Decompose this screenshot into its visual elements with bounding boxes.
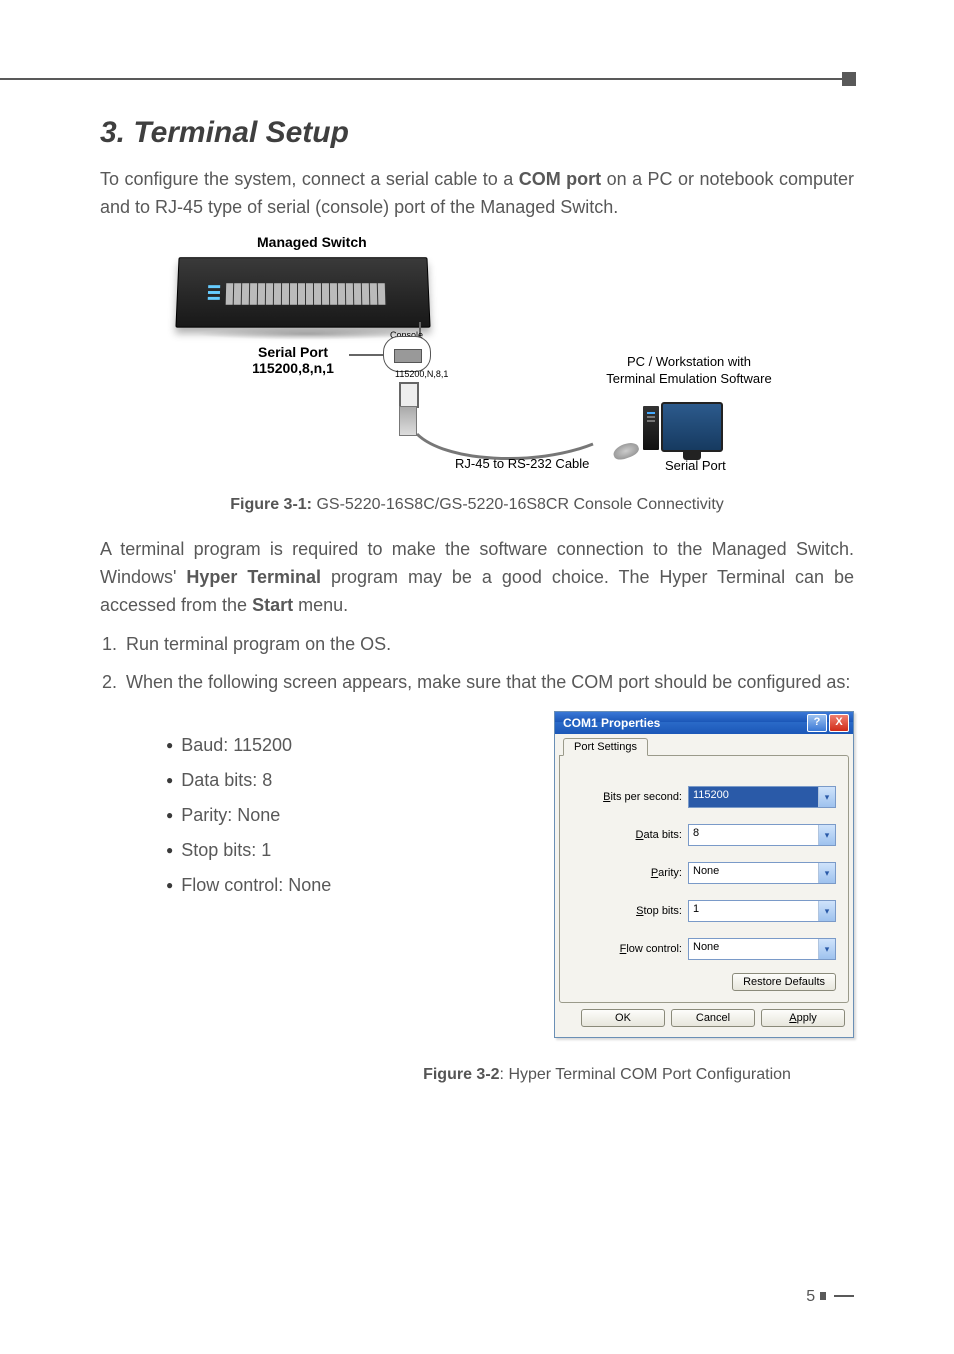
row-data-bits: Data bits: 8 ▾ <box>572 824 836 846</box>
bullet-databits: Data bits: 8 <box>166 770 331 791</box>
line-sp-console <box>349 354 385 356</box>
pc-serial-label: Serial Port <box>665 458 726 473</box>
value-data-bits: 8 <box>689 825 818 845</box>
console-port-icon <box>383 336 431 372</box>
pc-line1: PC / Workstation with <box>627 354 751 369</box>
header-rule <box>0 78 854 80</box>
combo-bits-per-second[interactable]: 115200 ▾ <box>688 786 836 808</box>
value-bits-per-second: 115200 <box>689 787 818 807</box>
pc-line2: Terminal Emulation Software <box>606 371 771 386</box>
sp-line1: Serial Port <box>258 344 328 360</box>
chevron-down-icon[interactable]: ▾ <box>818 825 835 845</box>
page-number: 5 <box>806 1288 854 1306</box>
intro-bold-comport: COM port <box>519 169 601 189</box>
fig2-label: Figure 3-2 <box>423 1066 499 1083</box>
config-bullets: Baud: 115200 Data bits: 8 Parity: None S… <box>166 735 331 910</box>
switch-icon <box>175 257 430 327</box>
row-flow-control: Flow control: None ▾ <box>572 938 836 960</box>
para2: A terminal program is required to make t… <box>100 536 854 620</box>
pc-label: PC / Workstation with Terminal Emulation… <box>589 354 789 388</box>
section-heading: 3. Terminal Setup <box>100 116 854 150</box>
label-flow-control: Flow control: <box>572 943 688 955</box>
cancel-button[interactable]: Cancel <box>671 1009 755 1027</box>
pc-monitor-icon <box>661 402 723 452</box>
steps-list: Run terminal program on the OS. When the… <box>100 631 854 697</box>
bullet-parity: Parity: None <box>166 805 331 826</box>
intro-pre: To configure the system, connect a seria… <box>100 169 519 189</box>
value-parity: None <box>689 863 818 883</box>
label-stop-bits: Stop bits: <box>572 905 688 917</box>
close-button[interactable]: X <box>829 714 849 732</box>
figure-3-1-caption: Figure 3-1: GS-5220-16S8C/GS-5220-16S8CR… <box>100 496 854 514</box>
step-2: When the following screen appears, make … <box>122 669 854 697</box>
bullet-baud: Baud: 115200 <box>166 735 331 756</box>
combo-parity[interactable]: None ▾ <box>688 862 836 884</box>
page-number-value: 5 <box>806 1288 815 1305</box>
chevron-down-icon[interactable]: ▾ <box>818 901 835 921</box>
para2-bold1: Hyper Terminal <box>186 567 321 587</box>
bullet-flow: Flow control: None <box>166 875 331 896</box>
row-parity: Parity: None ▾ <box>572 862 836 884</box>
managed-switch-label: Managed Switch <box>257 234 367 250</box>
combo-data-bits[interactable]: 8 ▾ <box>688 824 836 846</box>
pc-mouse-icon <box>611 440 640 462</box>
pc-tower-icon <box>643 406 659 450</box>
rj45-connector-icon <box>399 382 419 408</box>
label-data-bits: Data bits: <box>572 829 688 841</box>
fig2-text: : Hyper Terminal COM Port Configuration <box>500 1066 791 1083</box>
switch-shadow <box>197 328 417 340</box>
fig1-label: Figure 3-1: <box>230 496 312 513</box>
port-settings-pane: Bits per second: 115200 ▾ Data bits: 8 ▾ <box>559 755 849 1003</box>
row-stop-bits: Stop bits: 1 ▾ <box>572 900 836 922</box>
restore-defaults-button[interactable]: Restore Defaults <box>732 973 836 991</box>
para2-post: menu. <box>293 595 348 615</box>
cable-label: RJ-45 to RS-232 Cable <box>455 456 589 471</box>
step-1: Run terminal program on the OS. <box>122 631 854 659</box>
dialog-titlebar[interactable]: COM1 Properties ? X <box>555 712 853 734</box>
sp-line2: 115200,8,n,1 <box>252 360 334 376</box>
tab-port-settings[interactable]: Port Settings <box>563 738 648 756</box>
para2-bold2: Start <box>252 595 293 615</box>
combo-flow-control[interactable]: None ▾ <box>688 938 836 960</box>
value-flow-control: None <box>689 939 818 959</box>
figure-3-2-caption: Figure 3-2: Hyper Terminal COM Port Conf… <box>100 1066 854 1084</box>
com1-properties-dialog: COM1 Properties ? X Port Settings Bits p… <box>554 711 854 1038</box>
fig1-text: GS-5220-16S8C/GS-5220-16S8CR Console Con… <box>312 496 724 513</box>
bullet-stopbits: Stop bits: 1 <box>166 840 331 861</box>
baud-small-label: 115200,N,8,1 <box>395 369 448 379</box>
apply-button[interactable]: Apply <box>761 1009 845 1027</box>
value-stop-bits: 1 <box>689 901 818 921</box>
row-bits-per-second: Bits per second: 115200 ▾ <box>572 786 836 808</box>
combo-stop-bits[interactable]: 1 ▾ <box>688 900 836 922</box>
chevron-down-icon[interactable]: ▾ <box>818 863 835 883</box>
chevron-down-icon[interactable]: ▾ <box>818 787 835 807</box>
dialog-title: COM1 Properties <box>563 716 660 730</box>
chevron-down-icon[interactable]: ▾ <box>818 939 835 959</box>
serial-port-label: Serial Port 115200,8,n,1 <box>233 344 353 376</box>
intro-paragraph: To configure the system, connect a seria… <box>100 166 854 222</box>
ok-button[interactable]: OK <box>581 1009 665 1027</box>
help-button[interactable]: ? <box>807 714 827 732</box>
label-parity: Parity: <box>572 867 688 879</box>
connectivity-diagram: Managed Switch Serial Port 115200,8,n,1 … <box>157 234 797 484</box>
label-bits-per-second: Bits per second: <box>572 791 688 803</box>
